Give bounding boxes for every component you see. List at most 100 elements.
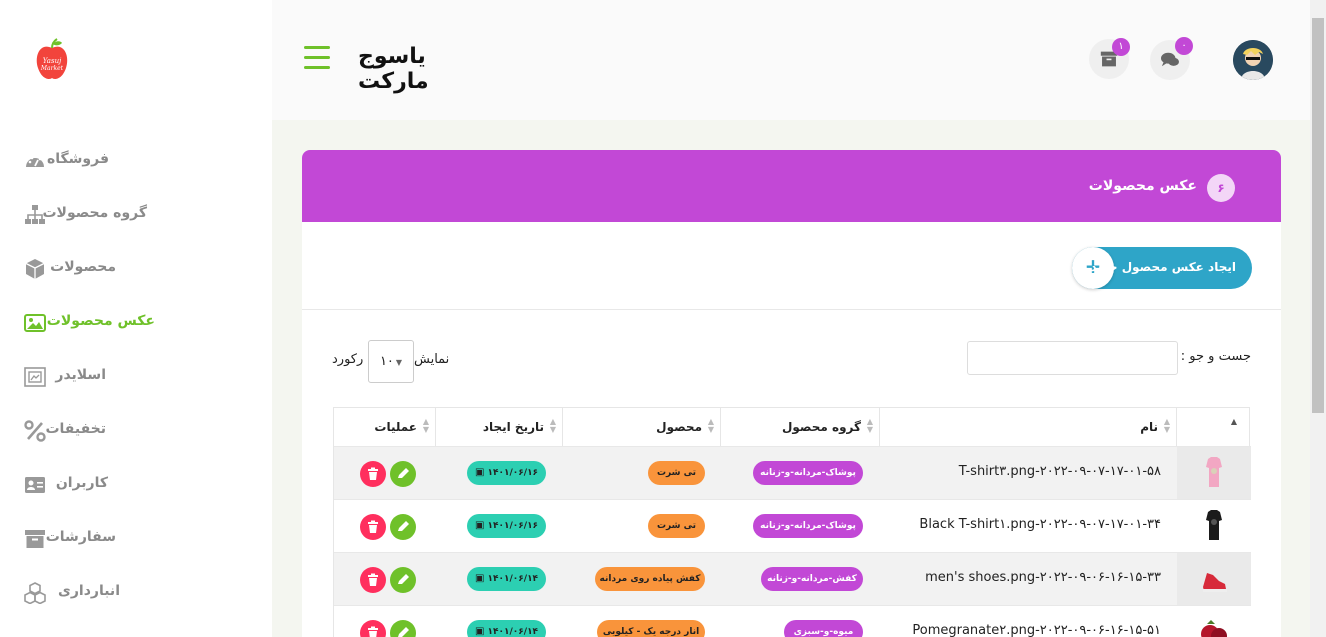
trash-icon xyxy=(368,467,378,480)
header-label: محصول xyxy=(656,420,702,434)
avatar[interactable] xyxy=(1233,40,1273,80)
create-product-image-button[interactable]: + ایجاد عکس محصول جدید xyxy=(1072,247,1252,289)
sidebar-item-orders[interactable]: سفارشات xyxy=(0,513,272,565)
sidebar-item-inventory[interactable]: انبارداری xyxy=(0,567,272,619)
file-name: T-shirt۳.png-۲۰۲۲-۰۹-۰۷-۱۷-۰۱-۵۸ xyxy=(958,464,1161,479)
trash-icon xyxy=(368,573,378,586)
dashboard-icon xyxy=(26,154,44,167)
date-badge: ▣ ۱۴۰۱/۰۶/۱۶ xyxy=(467,514,546,538)
comments-icon xyxy=(1161,52,1179,67)
delete-button[interactable] xyxy=(360,567,386,593)
sort-icon: ▲ ▼ xyxy=(1163,417,1170,434)
search-input[interactable] xyxy=(967,341,1178,375)
sort-icon: ▲ ▼ xyxy=(549,417,556,434)
sidebar-item-label: کاربران xyxy=(55,475,108,491)
sidebar-item-shop[interactable]: فروشگاه xyxy=(0,135,272,187)
image-icon xyxy=(24,314,46,332)
chevron-down-icon: ▼ xyxy=(395,358,403,367)
date-text: ۱۴۰۱/۰۶/۱۶ xyxy=(487,468,539,478)
divider xyxy=(302,309,1281,310)
header-label: نام xyxy=(1140,420,1158,434)
delete-button[interactable] xyxy=(360,461,386,487)
product-thumbnail[interactable] xyxy=(1177,447,1251,499)
edit-button[interactable] xyxy=(390,567,416,593)
boxes-icon xyxy=(24,582,46,604)
sort-icon: ▲ ▼ xyxy=(866,417,873,434)
id-card-icon xyxy=(25,477,45,493)
date-badge: ▣ ۱۴۰۱/۰۶/۱۴ xyxy=(467,620,546,637)
column-header-group[interactable]: گروه محصول ▲ ▼ xyxy=(720,408,879,446)
red-shoe-image xyxy=(1203,573,1227,592)
header-label: گروه محصول xyxy=(781,420,861,434)
header-label: تاریخ ایجاد xyxy=(482,420,544,434)
sidebar-item-discounts[interactable]: تخفیفات xyxy=(0,405,272,457)
date-text: ۱۴۰۱/۰۶/۱۶ xyxy=(487,521,539,531)
date-text: ۱۴۰۱/۰۶/۱۴ xyxy=(487,627,539,637)
sidebar-item-products[interactable]: محصولات xyxy=(0,243,272,295)
sidebar-item-label: گروه محصولات xyxy=(42,205,147,221)
column-header-thumb[interactable]: ▲ xyxy=(1176,408,1251,446)
column-header-date[interactable]: تاریخ ایجاد ▲ ▼ xyxy=(435,408,562,446)
menu-toggle-icon[interactable] xyxy=(304,46,330,70)
sidebar-item-label: تخفیفات xyxy=(45,421,106,437)
group-badge: میوه-و-سبزی xyxy=(784,620,863,637)
table-row: Black T-shirt۱.png-۲۰۲۲-۰۹-۰۷-۱۷-۰۱-۳۴ پ… xyxy=(334,499,1251,552)
card-number-badge: ۶ xyxy=(1207,174,1235,202)
messages-badge: ۰ xyxy=(1175,37,1193,55)
create-button-label: ایجاد عکس محصول جدید xyxy=(1090,260,1236,274)
product-thumbnail[interactable] xyxy=(1177,500,1251,552)
site-title: یاسوج مارکت xyxy=(358,44,429,94)
sidebar-item-product-images[interactable]: عکس محصولات xyxy=(0,297,164,349)
delete-button[interactable] xyxy=(360,514,386,540)
header-label: عملیات xyxy=(374,420,417,434)
edit-button[interactable] xyxy=(390,461,416,487)
sidebar-item-label: انبارداری xyxy=(58,583,120,599)
page-size-select[interactable]: ۱۰ ▼ xyxy=(368,340,414,383)
card-title: عکس محصولات xyxy=(1088,178,1197,194)
column-header-ops[interactable]: عملیات ▲ ▼ xyxy=(334,408,435,446)
product-badge: تی شرت xyxy=(648,461,705,485)
group-badge: پوشاک-مردانه-و-زنانه xyxy=(753,461,863,485)
slider-icon xyxy=(24,367,46,387)
date-badge: ▣ ۱۴۰۱/۰۶/۱۴ xyxy=(467,567,546,591)
black-tshirt-image xyxy=(1206,510,1222,540)
calendar-icon: ▣ xyxy=(474,626,485,637)
images-table: ▲ نام ▲ ▼ گروه محصول ▲ ▼ محصول ▲ ▼ تاریخ ایجاد… xyxy=(333,407,1251,637)
trash-icon xyxy=(368,520,378,533)
card-header: ۶ عکس محصولات xyxy=(302,150,1281,222)
sidebar-item-product-groups[interactable]: گروه محصولات xyxy=(0,189,272,241)
trash-icon xyxy=(368,626,378,637)
product-thumbnail[interactable] xyxy=(1177,606,1251,637)
page-size-value: ۱۰ xyxy=(379,354,394,369)
edit-button[interactable] xyxy=(390,514,416,540)
user-avatar-icon xyxy=(1233,40,1273,80)
pencil-icon xyxy=(398,574,409,584)
scrollbar-thumb[interactable] xyxy=(1312,18,1324,413)
brand-logo[interactable]: Yasuj Market xyxy=(32,38,72,82)
edit-button[interactable] xyxy=(390,620,416,637)
date-text: ۱۴۰۱/۰۶/۱۴ xyxy=(487,574,539,584)
search-label: جست و جو : xyxy=(1180,349,1251,364)
cube-icon xyxy=(25,259,45,279)
sort-icon: ▲ xyxy=(1230,417,1237,426)
group-badge: کفش-مردانه-و-زنانه xyxy=(761,567,863,591)
sidebar-item-label: عکس محصولات xyxy=(46,313,155,329)
archive-badge: ۱ xyxy=(1112,38,1130,56)
pencil-icon xyxy=(398,468,409,478)
delete-button[interactable] xyxy=(360,620,386,637)
column-header-product[interactable]: محصول ▲ ▼ xyxy=(562,408,720,446)
sidebar: Yasuj Market فروشگاه گروه محصولات محصولا… xyxy=(0,0,272,637)
file-name: Black T-shirt۱.png-۲۰۲۲-۰۹-۰۷-۱۷-۰۱-۳۴ xyxy=(919,517,1161,532)
product-images-card: ۶ عکس محصولات + ایجاد عکس محصول جدید جست… xyxy=(302,150,1281,637)
product-thumbnail[interactable] xyxy=(1177,553,1251,605)
product-badge: انار درجه یک - کیلویی xyxy=(597,620,705,637)
file-name: Pomegranate۲.png-۲۰۲۲-۰۹-۰۶-۱۶-۱۵-۵۱ xyxy=(912,623,1161,637)
sidebar-item-label: سفارشات xyxy=(45,529,116,545)
sidebar-item-users[interactable]: کاربران xyxy=(0,459,272,511)
sidebar-item-label: اسلایدر xyxy=(55,367,106,383)
table-row: Pomegranate۲.png-۲۰۲۲-۰۹-۰۶-۱۶-۱۵-۵۱ میو… xyxy=(334,605,1251,637)
column-header-name[interactable]: نام ▲ ▼ xyxy=(879,408,1176,446)
group-badge: پوشاک-مردانه-و-زنانه xyxy=(753,514,863,538)
sidebar-item-label: محصولات xyxy=(50,259,116,275)
sidebar-item-slider[interactable]: اسلایدر xyxy=(0,351,272,403)
